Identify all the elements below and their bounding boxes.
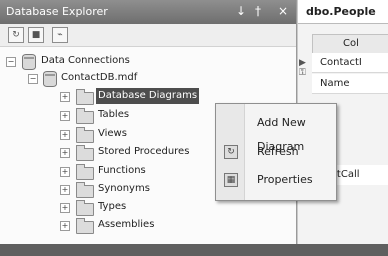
menu-item-properties[interactable]: ▦ Properties xyxy=(216,168,336,192)
stop-refresh-icon[interactable]: ■ xyxy=(28,27,44,43)
menu-item-label: Properties xyxy=(257,173,313,186)
folder-icon xyxy=(76,108,94,124)
database-file-icon xyxy=(43,71,57,87)
tree-label-types: Types xyxy=(98,201,127,212)
explorer-titlebar: Database Explorer ↓ † × xyxy=(0,0,296,24)
folder-icon xyxy=(76,218,94,234)
bottom-divider xyxy=(0,244,388,256)
properties-icon: ▦ xyxy=(224,173,238,187)
folder-icon xyxy=(76,182,94,198)
expand-icon[interactable]: + xyxy=(60,221,70,231)
expand-icon[interactable]: + xyxy=(60,185,70,195)
tree-label-database-diagrams: Database Diagrams xyxy=(96,88,200,104)
tree-label-functions: Functions xyxy=(98,165,146,176)
folder-icon xyxy=(76,200,94,216)
tree-node-data-connections[interactable]: − Data Connections xyxy=(0,53,296,70)
tree-label-data-connections: Data Connections xyxy=(41,55,130,66)
close-icon[interactable]: × xyxy=(278,4,288,18)
expand-icon[interactable]: + xyxy=(60,92,70,102)
tree-node-types[interactable]: + Types xyxy=(0,199,296,216)
folder-icon xyxy=(76,127,94,143)
folder-icon xyxy=(76,145,94,161)
primary-key-icon: ▶⚿ xyxy=(299,58,306,78)
expand-icon[interactable]: + xyxy=(60,111,70,121)
refresh-icon[interactable]: ↻ xyxy=(8,27,24,43)
tree-label-synonyms: Synonyms xyxy=(98,183,150,194)
collapse-icon[interactable]: − xyxy=(28,74,38,84)
menu-item-add-new-diagram[interactable]: Add New Diagram xyxy=(216,111,336,153)
menu-item-refresh[interactable]: ↻ Refresh xyxy=(216,140,336,164)
menu-item-label: Refresh xyxy=(257,145,299,158)
refresh-icon: ↻ xyxy=(224,145,238,159)
expand-icon[interactable]: + xyxy=(60,167,70,177)
tree-node-database-diagrams[interactable]: + Database Diagrams xyxy=(0,88,296,105)
collapse-icon[interactable]: − xyxy=(6,57,16,67)
explorer-toolbar: ↻ ■ ⌁ xyxy=(0,24,296,47)
tree-label-stored-procedures: Stored Procedures xyxy=(98,146,190,157)
context-menu: Add New Diagram ↻ Refresh ▦ Properties xyxy=(215,103,337,201)
tree-label-tables: Tables xyxy=(98,109,130,120)
tree-label-views: Views xyxy=(98,128,127,139)
database-connections-icon xyxy=(22,54,36,70)
tree-label-assemblies: Assemblies xyxy=(98,219,155,230)
table-row[interactable]: ContactI xyxy=(312,53,388,73)
tree-label-contactdb: ContactDB.mdf xyxy=(61,72,138,83)
tree-node-contactdb[interactable]: − ContactDB.mdf xyxy=(0,70,296,87)
folder-icon xyxy=(76,164,94,180)
explorer-title: Database Explorer xyxy=(6,5,108,18)
float-icon[interactable]: † xyxy=(255,4,261,18)
folder-icon xyxy=(76,89,94,105)
expand-icon[interactable]: + xyxy=(60,203,70,213)
connect-icon[interactable]: ⌁ xyxy=(52,27,68,43)
expand-icon[interactable]: + xyxy=(60,148,70,158)
expand-icon[interactable]: + xyxy=(60,130,70,140)
tab-dbo-people[interactable]: dbo.People xyxy=(298,0,388,24)
column-header: Col xyxy=(312,34,388,54)
tree-node-assemblies[interactable]: + Assemblies xyxy=(0,217,296,234)
pin-icon[interactable]: ↓ xyxy=(236,4,246,18)
table-row[interactable]: Name xyxy=(312,74,388,94)
